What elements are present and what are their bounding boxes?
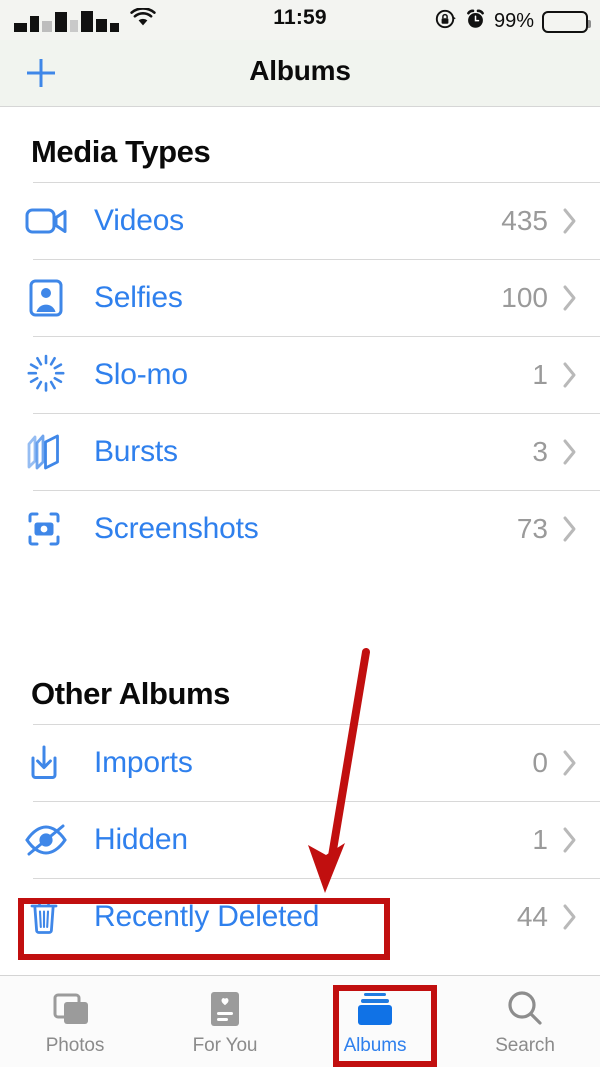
row-separator (33, 724, 600, 725)
album-row-videos[interactable]: Videos 435 (0, 182, 600, 259)
album-name: Screenshots (94, 511, 259, 545)
row-separator (33, 490, 600, 491)
battery-icon (542, 10, 591, 33)
section-header-media-types: Media Types (0, 107, 600, 182)
album-row-screenshots[interactable]: Screenshots 73 (0, 490, 600, 567)
album-count: 1 (532, 358, 548, 390)
search-icon (503, 987, 547, 1031)
for-you-card-icon (205, 987, 245, 1031)
album-name: Imports (94, 745, 193, 779)
tab-label: Albums (343, 1034, 407, 1056)
chevron-right-icon (562, 903, 578, 931)
album-name: Bursts (94, 434, 178, 468)
album-row-bursts[interactable]: Bursts 3 (0, 413, 600, 490)
album-name: Slo-mo (94, 357, 188, 391)
section-header-other-albums: Other Albums (0, 649, 600, 724)
slo-mo-icon (24, 353, 94, 397)
album-name: Hidden (94, 822, 188, 856)
rotation-lock-icon (435, 8, 457, 35)
album-row-selfies[interactable]: Selfies 100 (0, 259, 600, 336)
album-count: 3 (532, 435, 548, 467)
photos-stack-icon (52, 987, 98, 1031)
albums-folder-icon (352, 987, 398, 1031)
bursts-stack-icon (24, 431, 94, 473)
album-name: Videos (94, 203, 184, 237)
row-separator (33, 182, 600, 183)
album-count: 44 (516, 900, 548, 932)
tab-label: Photos (45, 1034, 105, 1056)
row-separator (33, 413, 600, 414)
status-bar-right: 99% (435, 8, 591, 35)
phone-screen: 11:59 99% Albums Media Types Videos 435 … (0, 0, 600, 1067)
chevron-right-icon (562, 515, 578, 543)
tab-label: For You (192, 1034, 258, 1056)
trash-icon (24, 895, 94, 939)
status-bar: 11:59 99% (0, 0, 600, 40)
row-separator (33, 336, 600, 337)
tab-label: Search (495, 1034, 555, 1056)
album-count: 73 (516, 512, 548, 544)
navigation-bar: Albums (0, 40, 600, 107)
album-count: 100 (501, 281, 548, 313)
alarm-clock-icon (465, 8, 486, 35)
page-title: Albums (249, 55, 351, 86)
row-separator (33, 801, 600, 802)
video-camera-icon (24, 201, 94, 241)
row-separator (33, 878, 600, 879)
album-row-hidden[interactable]: Hidden 1 (0, 801, 600, 878)
chevron-right-icon (562, 207, 578, 235)
album-row-recently-deleted[interactable]: Recently Deleted 44 (0, 878, 600, 955)
chevron-right-icon (562, 749, 578, 777)
tab-albums[interactable]: Albums (300, 976, 450, 1067)
tab-photos[interactable]: Photos (0, 976, 150, 1067)
album-row-imports[interactable]: Imports 0 (0, 724, 600, 801)
section-title: Media Types (31, 134, 211, 169)
tab-bar: Photos For You Albums Search (0, 975, 600, 1067)
chevron-right-icon (562, 284, 578, 312)
album-count: 1 (532, 823, 548, 855)
section-title: Other Albums (31, 676, 231, 711)
album-row-slo-mo[interactable]: Slo-mo 1 (0, 336, 600, 413)
row-separator (33, 259, 600, 260)
import-download-icon (24, 742, 94, 784)
chevron-right-icon (562, 361, 578, 389)
chevron-right-icon (562, 826, 578, 854)
eye-slash-icon (24, 820, 94, 860)
battery-percent-label: 99% (493, 10, 534, 32)
album-count: 435 (501, 204, 548, 236)
album-name: Recently Deleted (94, 899, 320, 933)
screenshot-icon (24, 508, 94, 550)
tab-for-you[interactable]: For You (150, 976, 300, 1067)
selfie-person-icon (24, 277, 94, 319)
chevron-right-icon (562, 438, 578, 466)
album-name: Selfies (94, 280, 183, 314)
album-count: 0 (532, 746, 548, 778)
albums-list: Media Types Videos 435 Selfies 100 Slo-m… (0, 107, 600, 975)
tab-search[interactable]: Search (450, 976, 600, 1067)
